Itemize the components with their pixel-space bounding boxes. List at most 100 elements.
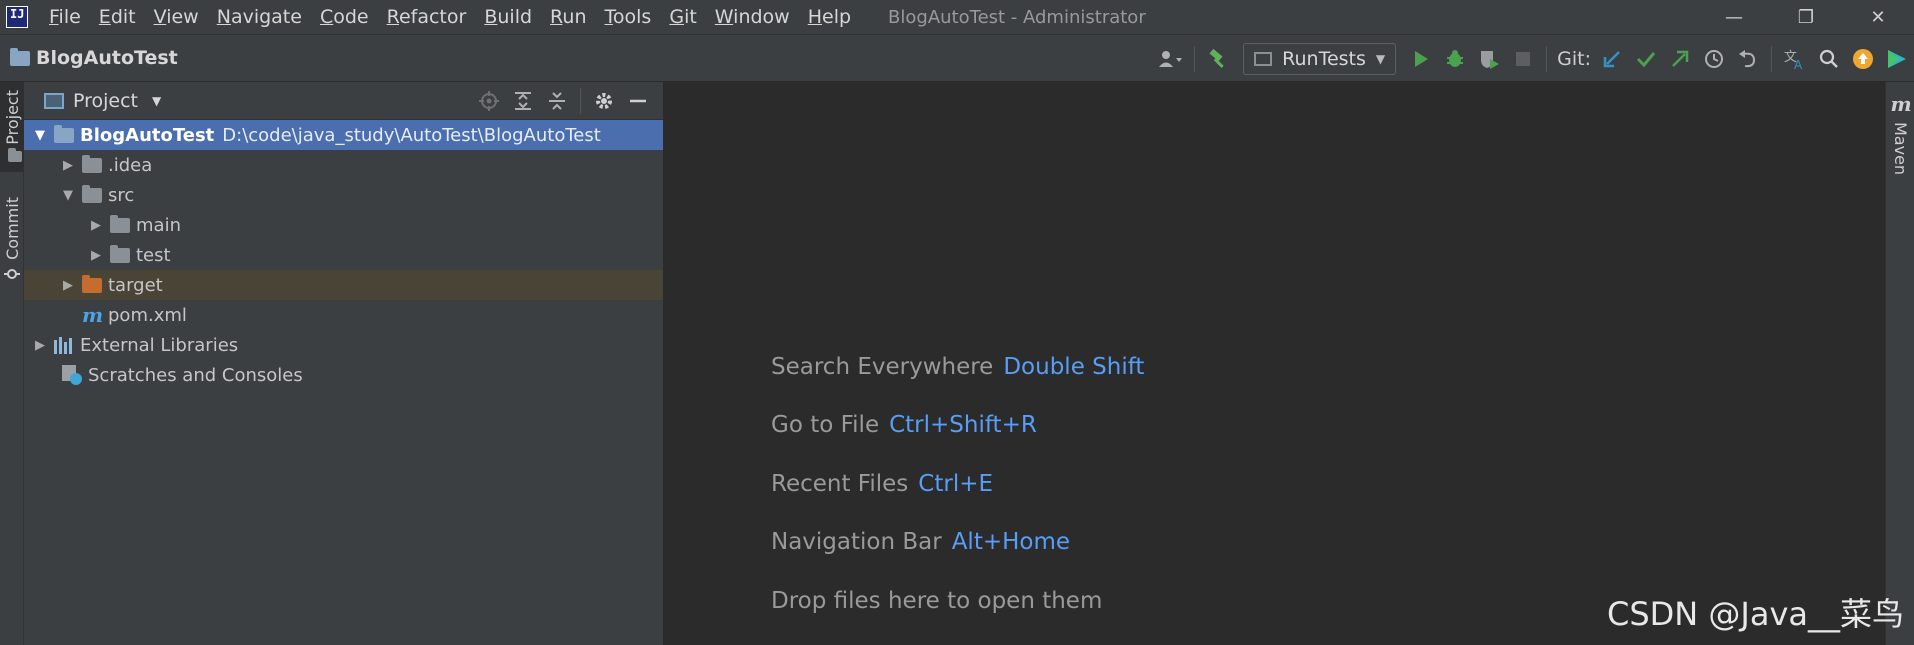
folder-icon [110, 244, 130, 263]
menu-edit[interactable]: Edit [90, 0, 145, 34]
left-tool-stripe: Project Commit [0, 82, 24, 645]
chevron-right-icon[interactable]: ▶ [32, 338, 48, 353]
tree-node-idea[interactable]: ▶ .idea [24, 150, 663, 180]
chevron-right-icon[interactable]: ▶ [88, 218, 104, 233]
history-icon[interactable] [1697, 42, 1731, 76]
excluded-folder-icon [82, 274, 102, 293]
chevron-right-icon[interactable]: ▶ [60, 278, 76, 293]
maven-file-icon: m [82, 303, 104, 327]
project-tree: ▼ BlogAutoTest D:\code\java_study\AutoTe… [24, 120, 663, 390]
tree-node-target[interactable]: ▶ target [24, 270, 663, 300]
update-icon[interactable] [1846, 42, 1880, 76]
folder-icon [8, 147, 22, 162]
tool-tab-commit[interactable]: Commit [0, 197, 24, 297]
hint-label: Recent Files [771, 471, 909, 497]
hint-recent-files: Recent Files Ctrl+E [771, 471, 993, 497]
git-push-icon[interactable] [1663, 42, 1697, 76]
tool-tab-commit-label: Commit [2, 197, 22, 260]
hint-shortcut: Ctrl+E [918, 471, 994, 497]
project-view-selector[interactable]: Project ▼ [44, 90, 161, 112]
tool-tab-maven-label: Maven [1891, 122, 1910, 176]
project-panel-title: Project [73, 89, 139, 112]
chevron-down-icon[interactable]: ▼ [32, 128, 48, 143]
tree-node-test-label: test [136, 244, 171, 266]
project-tool-window: Project ▼ ▼ BlogAutoTest D:\code\java_st… [24, 82, 664, 645]
hint-navigation-bar: Navigation Bar Alt+Home [771, 529, 1070, 555]
chevron-right-icon[interactable]: ▶ [88, 248, 104, 263]
menu-view[interactable]: View [145, 0, 208, 34]
right-tool-stripe: m Maven [1885, 82, 1914, 645]
tree-node-pom[interactable]: m pom.xml [24, 300, 663, 330]
search-icon[interactable] [1812, 42, 1846, 76]
git-update-icon[interactable] [1595, 42, 1629, 76]
coverage-icon[interactable] [1472, 42, 1506, 76]
watermark: CSDN @Java__菜鸟 [1606, 595, 1904, 633]
menu-tools[interactable]: Tools [596, 0, 661, 34]
menu-run[interactable]: Run [541, 0, 595, 34]
folder-icon [110, 214, 130, 233]
toolbar-separator [1771, 46, 1772, 72]
tree-node-target-label: target [108, 274, 163, 296]
close-button[interactable]: ✕ [1842, 0, 1914, 34]
tree-node-main-label: main [136, 214, 181, 236]
module-folder-icon [54, 124, 74, 143]
project-panel-tools [472, 82, 655, 120]
user-icon[interactable] [1154, 42, 1188, 76]
build-hammer-icon[interactable] [1201, 42, 1235, 76]
menu-refactor[interactable]: Refactor [378, 0, 476, 34]
tool-tab-maven[interactable]: m Maven [1886, 92, 1914, 175]
menu-build[interactable]: Build [475, 0, 541, 34]
minimize-button[interactable]: — [1698, 0, 1770, 34]
git-commit-icon[interactable] [1629, 42, 1663, 76]
collapse-all-icon[interactable] [540, 84, 574, 118]
tree-node-scratches-label: Scratches and Consoles [88, 364, 303, 386]
debug-icon[interactable] [1438, 42, 1472, 76]
run-configuration-select[interactable]: RunTests ▼ [1243, 43, 1397, 75]
menu-window[interactable]: Window [706, 0, 799, 34]
tree-node-main[interactable]: ▶ main [24, 210, 663, 240]
navigation-toolbar: BlogAutoTest RunTests ▼ Git: 文 A [0, 34, 1914, 82]
gear-icon[interactable] [587, 84, 621, 118]
expand-all-icon[interactable] [506, 84, 540, 118]
intellij-logo-icon [6, 6, 28, 28]
chevron-down-icon[interactable]: ▼ [60, 188, 76, 203]
menu-file[interactable]: File [40, 0, 90, 34]
stop-icon[interactable] [1506, 42, 1540, 76]
breadcrumb-project[interactable]: BlogAutoTest [10, 47, 178, 69]
chevron-right-icon[interactable]: ▶ [60, 158, 76, 173]
hint-shortcut: Double Shift [1003, 354, 1145, 380]
menu-code[interactable]: Code [311, 0, 378, 34]
restore-button[interactable]: ❐ [1770, 0, 1842, 34]
tree-node-external-libraries[interactable]: ▶ External Libraries [24, 330, 663, 360]
tree-node-scratches[interactable]: Scratches and Consoles [24, 360, 663, 390]
editor-empty-area[interactable]: Search Everywhere Double Shift Go to File… [665, 82, 1885, 645]
window-controls: — ❐ ✕ [1698, 0, 1914, 34]
menu-help[interactable]: Help [799, 0, 860, 34]
toolbar-separator [1546, 46, 1548, 72]
tree-node-idea-label: .idea [108, 154, 153, 176]
hint-shortcut: Ctrl+Shift+R [889, 412, 1037, 438]
commit-icon [4, 268, 20, 279]
run-config-label: RunTests [1282, 48, 1366, 70]
folder-icon [82, 184, 102, 203]
tree-node-external-libraries-label: External Libraries [80, 334, 239, 356]
library-icon [54, 336, 74, 354]
hint-search-everywhere: Search Everywhere Double Shift [771, 354, 1144, 380]
menu-navigate[interactable]: Navigate [208, 0, 311, 34]
tree-node-src[interactable]: ▼ src [24, 180, 663, 210]
chevron-down-icon: ▼ [152, 93, 162, 108]
tree-node-test[interactable]: ▶ test [24, 240, 663, 270]
project-window-icon [44, 92, 64, 109]
rollback-icon[interactable] [1731, 42, 1765, 76]
tool-tab-project[interactable]: Project [0, 82, 24, 172]
hint-shortcut: Alt+Home [951, 529, 1071, 555]
menu-git[interactable]: Git [660, 0, 705, 34]
minimize-panel-icon[interactable] [621, 84, 655, 118]
chevron-down-icon: ▼ [1375, 52, 1386, 66]
tree-node-root[interactable]: ▼ BlogAutoTest D:\code\java_study\AutoTe… [24, 120, 663, 150]
hint-go-to-file: Go to File Ctrl+Shift+R [771, 412, 1037, 438]
toolbox-icon[interactable] [1880, 42, 1914, 76]
run-icon[interactable] [1404, 42, 1438, 76]
translate-icon[interactable]: 文A [1778, 42, 1812, 76]
locate-icon[interactable] [472, 84, 506, 118]
